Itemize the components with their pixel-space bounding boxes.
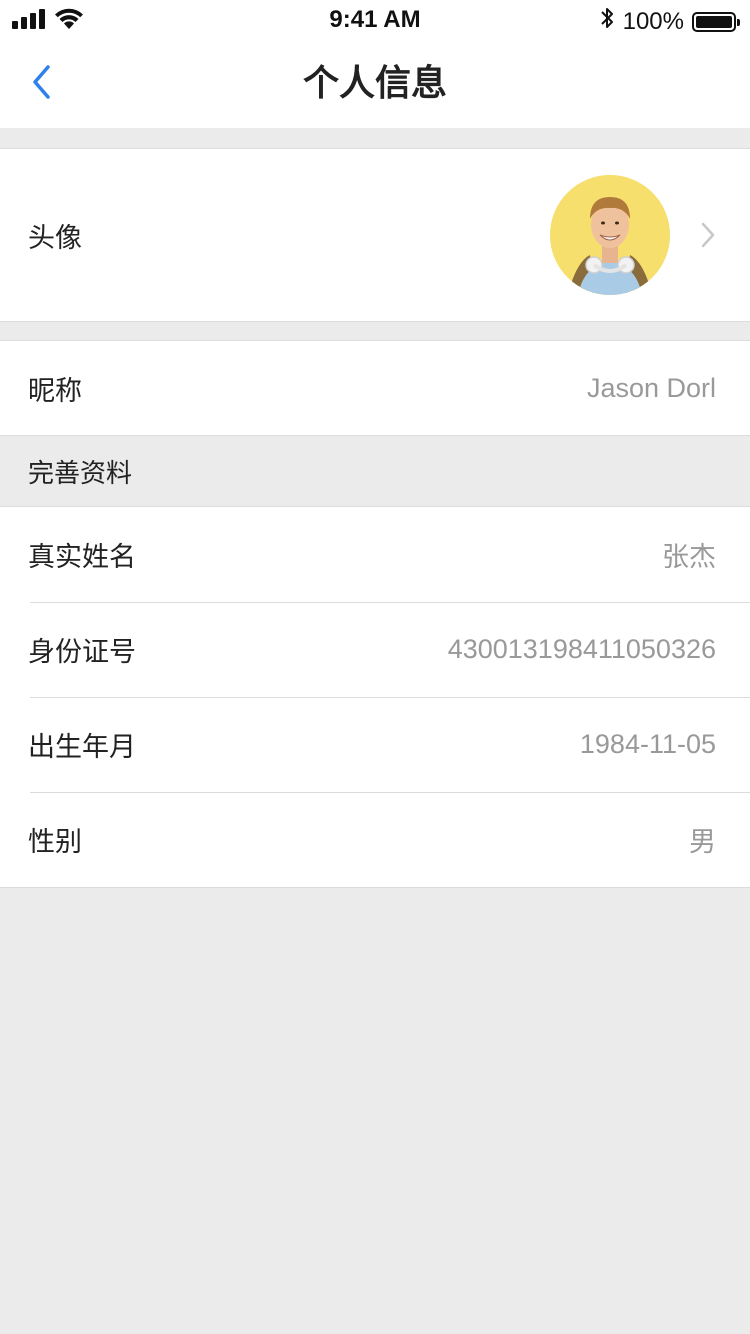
realname-label: 真实姓名 (28, 542, 136, 573)
gender-value: 男 (689, 827, 716, 858)
avatar-card: 头像 (0, 148, 750, 322)
status-right: 100% (599, 6, 740, 37)
birthdate-row[interactable]: 出生年月 1984-11-05 (0, 697, 750, 792)
idnumber-value: 430013198411050326 (447, 634, 716, 664)
nickname-label: 昵称 (28, 376, 82, 407)
nav-bar: 个人信息 (0, 40, 750, 128)
idnumber-row[interactable]: 身份证号 430013198411050326 (0, 602, 750, 697)
section-header: 完善资料 (0, 436, 750, 506)
page-title: 个人信息 (302, 63, 447, 104)
avatar-row[interactable]: 头像 (0, 149, 750, 321)
screen: 9:41 AM 100% 个人信息 头像 昵称 Jason Dorl 完善资料 … (0, 0, 750, 1334)
realname-row[interactable]: 真实姓名 张杰 (0, 507, 750, 602)
gender-row[interactable]: 性别 男 (0, 792, 750, 887)
profile-card: 真实姓名 张杰 身份证号 430013198411050326 出生年月 198… (0, 506, 750, 888)
bluetooth-icon (599, 6, 615, 37)
nickname-value: Jason Dorl (586, 373, 716, 403)
battery-label: 100% (622, 7, 684, 35)
gender-label: 性别 (28, 827, 82, 858)
chevron-right-icon (696, 220, 720, 250)
nickname-row[interactable]: 昵称 Jason Dorl (0, 341, 750, 436)
nickname-card: 昵称 Jason Dorl (0, 340, 750, 436)
avatar[interactable] (550, 175, 670, 295)
realname-value: 张杰 (662, 542, 716, 573)
status-bar: 9:41 AM 100% (0, 0, 750, 40)
birthdate-value: 1984-11-05 (579, 729, 716, 759)
idnumber-label: 身份证号 (28, 637, 136, 668)
avatar-label: 头像 (28, 222, 82, 254)
battery-icon (692, 11, 740, 32)
birthdate-label: 出生年月 (28, 732, 136, 763)
